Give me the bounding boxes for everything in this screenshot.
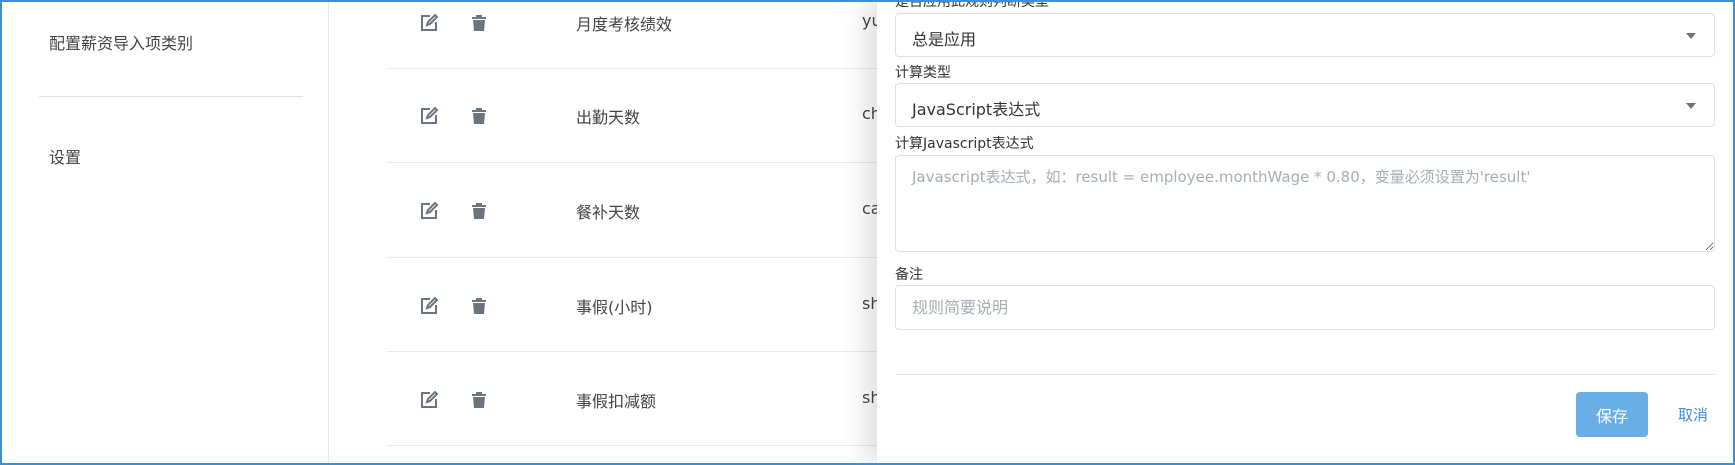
- table-row: 事假(小时) sh: [387, 258, 907, 352]
- table-row: 月度考核绩效 yu: [387, 0, 907, 69]
- row-name: 事假(小时): [576, 298, 653, 317]
- trash-icon[interactable]: [467, 294, 491, 318]
- sidebar: 配置薪资导入项类别 设置: [2, 0, 329, 465]
- edit-icon[interactable]: [417, 199, 441, 223]
- chevron-down-icon: [1686, 103, 1696, 109]
- row-name: 月度考核绩效: [576, 15, 673, 34]
- remark-label: 备注: [895, 267, 923, 283]
- chevron-down-icon: [1686, 33, 1696, 39]
- table-row: 事假扣减额 sh: [387, 352, 907, 446]
- apply-condition-value: 总是应用: [912, 30, 977, 49]
- calc-type-select[interactable]: JavaScript表达式: [895, 83, 1715, 127]
- remark-input[interactable]: [895, 285, 1715, 330]
- trash-icon[interactable]: [467, 388, 491, 412]
- cancel-button[interactable]: 取消: [1663, 392, 1723, 437]
- sidebar-item-salary-import-category[interactable]: 配置薪资导入项类别: [49, 30, 193, 54]
- trash-icon[interactable]: [467, 11, 491, 35]
- row-name: 餐补天数: [576, 203, 641, 222]
- save-button[interactable]: 保存: [1576, 392, 1648, 437]
- calc-type-value: JavaScript表达式: [912, 100, 1041, 119]
- trash-icon[interactable]: [467, 199, 491, 223]
- rule-edit-drawer: 是否应用此规则判断类型 总是应用 计算类型 JavaScript表达式 计算Ja…: [877, 0, 1735, 465]
- trash-icon[interactable]: [467, 104, 491, 128]
- edit-icon[interactable]: [417, 388, 441, 412]
- apply-condition-select[interactable]: 总是应用: [895, 13, 1715, 57]
- edit-icon[interactable]: [417, 294, 441, 318]
- apply-condition-label: 是否应用此规则判断类型: [895, 0, 1049, 10]
- sidebar-item-settings[interactable]: 设置: [49, 144, 81, 168]
- row-name: 事假扣减额: [576, 392, 657, 411]
- edit-icon[interactable]: [417, 104, 441, 128]
- form-footer-divider: [895, 374, 1715, 375]
- rules-table: 月度考核绩效 yu 出勤天数 ch 餐补天数 ca 事假(小时) sh 事假扣减…: [330, 0, 907, 465]
- table-row: 出勤天数 ch: [387, 69, 907, 163]
- expression-textarea[interactable]: [895, 155, 1715, 252]
- calc-type-label: 计算类型: [895, 65, 951, 81]
- expression-label: 计算Javascript表达式: [895, 136, 1034, 152]
- row-name: 出勤天数: [576, 108, 641, 127]
- sidebar-divider: [39, 96, 303, 97]
- table-row: 餐补天数 ca: [387, 164, 907, 258]
- edit-icon[interactable]: [417, 11, 441, 35]
